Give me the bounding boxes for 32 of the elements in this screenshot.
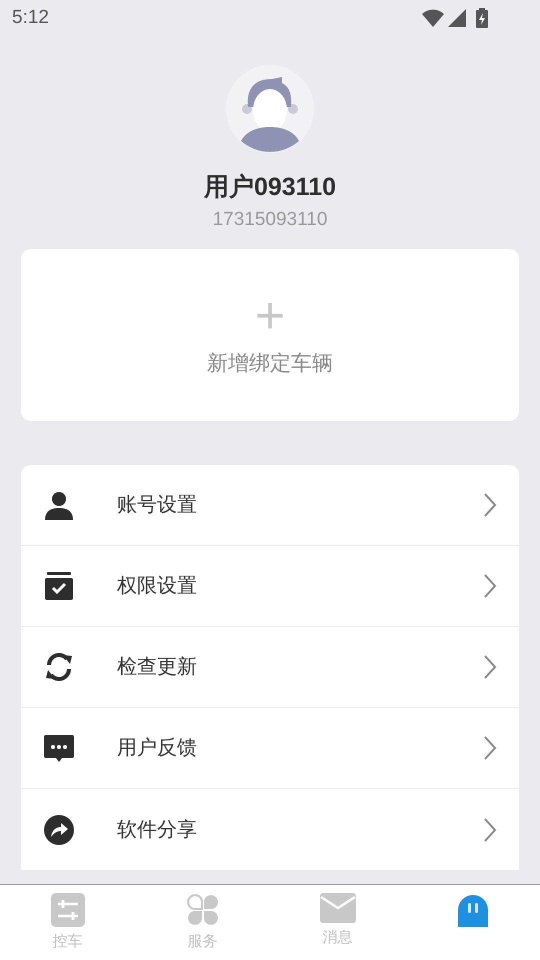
wifi-icon bbox=[422, 9, 444, 27]
menu-label: 检查更新 bbox=[117, 655, 198, 680]
chevron-right-icon bbox=[483, 735, 497, 761]
menu-item[interactable]: 用户反馈 bbox=[21, 708, 519, 789]
menu-label: 权限设置 bbox=[117, 574, 198, 599]
status-time: 5:12 bbox=[12, 6, 49, 30]
user-name: 用户093110 bbox=[204, 172, 336, 203]
menu-label: 软件分享 bbox=[117, 818, 198, 842]
share-icon bbox=[43, 814, 75, 846]
chevron-right-icon bbox=[483, 654, 497, 680]
checked-box-icon bbox=[43, 570, 75, 602]
add-vehicle-card[interactable]: + 新增绑定车辆 bbox=[21, 249, 519, 421]
avatar-icon bbox=[226, 65, 314, 153]
menu-label: 账号设置 bbox=[117, 493, 198, 518]
chevron-right-icon bbox=[483, 573, 497, 599]
menu-label: 用户反馈 bbox=[117, 736, 198, 761]
menu-item[interactable]: 账号设置 bbox=[21, 465, 519, 546]
signal-icon bbox=[448, 9, 466, 27]
envelope-icon bbox=[320, 893, 356, 923]
person-icon bbox=[43, 489, 75, 521]
menu-item[interactable]: 权限设置 bbox=[21, 546, 519, 627]
chat-bubble-icon bbox=[43, 732, 75, 764]
chevron-right-icon bbox=[483, 816, 497, 842]
chevron-right-icon bbox=[483, 492, 497, 518]
sliders-icon bbox=[50, 893, 84, 927]
phone-number: 17315093110 bbox=[212, 208, 328, 232]
menu-item[interactable]: 软件分享 bbox=[21, 789, 519, 870]
refresh-icon bbox=[43, 651, 75, 683]
battery-icon bbox=[476, 8, 488, 28]
clover-icon bbox=[186, 893, 220, 927]
menu-item[interactable]: 检查更新 bbox=[21, 627, 519, 708]
face-blob-icon bbox=[456, 893, 490, 927]
